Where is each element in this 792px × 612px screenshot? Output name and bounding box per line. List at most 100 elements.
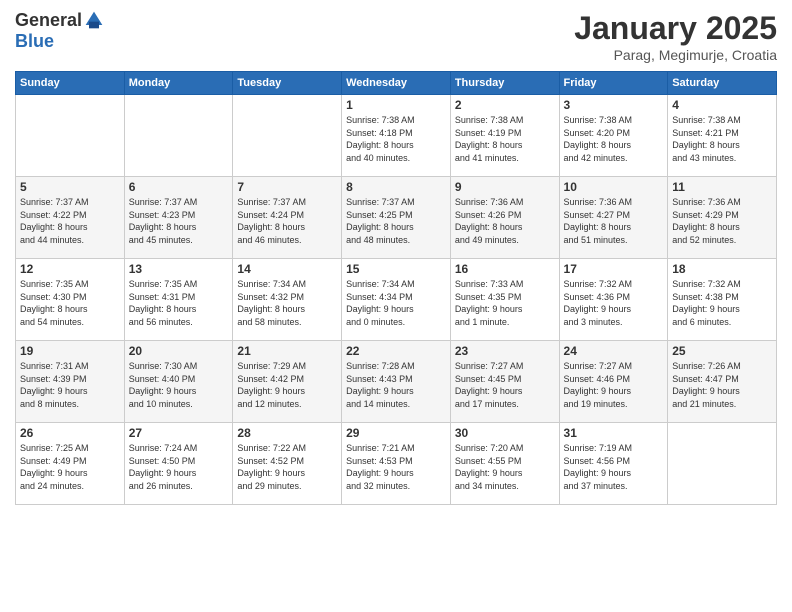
day-info: Sunrise: 7:20 AM Sunset: 4:55 PM Dayligh… [455, 442, 555, 492]
day-info: Sunrise: 7:37 AM Sunset: 4:23 PM Dayligh… [129, 196, 229, 246]
day-info: Sunrise: 7:21 AM Sunset: 4:53 PM Dayligh… [346, 442, 446, 492]
day-info: Sunrise: 7:30 AM Sunset: 4:40 PM Dayligh… [129, 360, 229, 410]
day-number: 16 [455, 262, 555, 276]
day-info: Sunrise: 7:36 AM Sunset: 4:26 PM Dayligh… [455, 196, 555, 246]
calendar-cell: 11 Sunrise: 7:36 AM Sunset: 4:29 PM Dayli… [668, 177, 777, 259]
header-monday: Monday [124, 72, 233, 95]
day-info: Sunrise: 7:35 AM Sunset: 4:31 PM Dayligh… [129, 278, 229, 328]
calendar-cell: 21Sunrise: 7:29 AM Sunset: 4:42 PM Dayli… [233, 341, 342, 423]
day-number: 22 [346, 344, 446, 358]
week-row-4: 26Sunrise: 7:25 AM Sunset: 4:49 PM Dayli… [16, 423, 777, 505]
calendar-header-row: Sunday Monday Tuesday Wednesday Thursday… [16, 72, 777, 95]
calendar-cell [668, 423, 777, 505]
day-number: 21 [237, 344, 337, 358]
calendar-cell: 5 Sunrise: 7:37 AM Sunset: 4:22 PM Daylig… [16, 177, 125, 259]
calendar-cell [233, 95, 342, 177]
header-thursday: Thursday [450, 72, 559, 95]
calendar: Sunday Monday Tuesday Wednesday Thursday… [15, 71, 777, 505]
day-number: 27 [129, 426, 229, 440]
day-number: 5 [20, 180, 120, 194]
logo: General Blue [15, 10, 104, 52]
day-info: Sunrise: 7:26 AM Sunset: 4:47 PM Dayligh… [672, 360, 772, 410]
week-row-2: 12 Sunrise: 7:35 AM Sunset: 4:30 PM Dayli… [16, 259, 777, 341]
day-number: 9 [455, 180, 555, 194]
day-number: 20 [129, 344, 229, 358]
day-number: 23 [455, 344, 555, 358]
calendar-cell: 1Sunrise: 7:38 AM Sunset: 4:18 PM Daylig… [342, 95, 451, 177]
week-row-0: 1Sunrise: 7:38 AM Sunset: 4:18 PM Daylig… [16, 95, 777, 177]
header-sunday: Sunday [16, 72, 125, 95]
day-number: 26 [20, 426, 120, 440]
logo-text: General Blue [15, 10, 104, 52]
calendar-cell: 22 Sunrise: 7:28 AM Sunset: 4:43 PM Dayli… [342, 341, 451, 423]
day-number: 31 [564, 426, 664, 440]
calendar-cell: 19 Sunrise: 7:31 AM Sunset: 4:39 PM Dayli… [16, 341, 125, 423]
day-number: 17 [564, 262, 664, 276]
day-number: 6 [129, 180, 229, 194]
calendar-cell: 4 Sunrise: 7:38 AM Sunset: 4:21 PM Daylig… [668, 95, 777, 177]
day-info: Sunrise: 7:19 AM Sunset: 4:56 PM Dayligh… [564, 442, 664, 492]
day-number: 29 [346, 426, 446, 440]
day-number: 19 [20, 344, 120, 358]
day-info: Sunrise: 7:38 AM Sunset: 4:18 PM Dayligh… [346, 114, 446, 164]
day-number: 13 [129, 262, 229, 276]
day-number: 24 [564, 344, 664, 358]
day-info: Sunrise: 7:37 AM Sunset: 4:22 PM Dayligh… [20, 196, 120, 246]
header-friday: Friday [559, 72, 668, 95]
day-number: 12 [20, 262, 120, 276]
calendar-cell: 8 Sunrise: 7:37 AM Sunset: 4:25 PM Daylig… [342, 177, 451, 259]
calendar-cell: 25 Sunrise: 7:26 AM Sunset: 4:47 PM Dayli… [668, 341, 777, 423]
day-info: Sunrise: 7:37 AM Sunset: 4:24 PM Dayligh… [237, 196, 337, 246]
calendar-cell: 10Sunrise: 7:36 AM Sunset: 4:27 PM Dayli… [559, 177, 668, 259]
day-info: Sunrise: 7:36 AM Sunset: 4:27 PM Dayligh… [564, 196, 664, 246]
header-tuesday: Tuesday [233, 72, 342, 95]
week-row-3: 19 Sunrise: 7:31 AM Sunset: 4:39 PM Dayli… [16, 341, 777, 423]
calendar-cell: 7 Sunrise: 7:37 AM Sunset: 4:24 PM Daylig… [233, 177, 342, 259]
calendar-cell: 30Sunrise: 7:20 AM Sunset: 4:55 PM Dayli… [450, 423, 559, 505]
day-number: 8 [346, 180, 446, 194]
calendar-cell: 15 Sunrise: 7:34 AM Sunset: 4:34 PM Dayli… [342, 259, 451, 341]
logo-blue: Blue [15, 32, 104, 52]
subtitle: Parag, Megimurje, Croatia [574, 47, 777, 63]
page: General Blue January 2025 Parag, Megimur… [0, 0, 792, 612]
calendar-cell: 12 Sunrise: 7:35 AM Sunset: 4:30 PM Dayli… [16, 259, 125, 341]
logo-icon [84, 10, 104, 30]
day-number: 4 [672, 98, 772, 112]
day-info: Sunrise: 7:35 AM Sunset: 4:30 PM Dayligh… [20, 278, 120, 328]
day-info: Sunrise: 7:38 AM Sunset: 4:21 PM Dayligh… [672, 114, 772, 164]
day-info: Sunrise: 7:38 AM Sunset: 4:20 PM Dayligh… [564, 114, 664, 164]
day-info: Sunrise: 7:33 AM Sunset: 4:35 PM Dayligh… [455, 278, 555, 328]
day-info: Sunrise: 7:24 AM Sunset: 4:50 PM Dayligh… [129, 442, 229, 492]
day-number: 18 [672, 262, 772, 276]
calendar-cell: 27 Sunrise: 7:24 AM Sunset: 4:50 PM Dayli… [124, 423, 233, 505]
header-saturday: Saturday [668, 72, 777, 95]
day-info: Sunrise: 7:38 AM Sunset: 4:19 PM Dayligh… [455, 114, 555, 164]
calendar-cell: 14 Sunrise: 7:34 AM Sunset: 4:32 PM Dayli… [233, 259, 342, 341]
day-info: Sunrise: 7:22 AM Sunset: 4:52 PM Dayligh… [237, 442, 337, 492]
calendar-cell [16, 95, 125, 177]
calendar-cell: 26Sunrise: 7:25 AM Sunset: 4:49 PM Dayli… [16, 423, 125, 505]
day-number: 11 [672, 180, 772, 194]
logo-general: General [15, 11, 82, 31]
calendar-cell: 13 Sunrise: 7:35 AM Sunset: 4:31 PM Dayli… [124, 259, 233, 341]
day-info: Sunrise: 7:36 AM Sunset: 4:29 PM Dayligh… [672, 196, 772, 246]
day-number: 7 [237, 180, 337, 194]
day-info: Sunrise: 7:34 AM Sunset: 4:34 PM Dayligh… [346, 278, 446, 328]
day-info: Sunrise: 7:37 AM Sunset: 4:25 PM Dayligh… [346, 196, 446, 246]
day-info: Sunrise: 7:27 AM Sunset: 4:46 PM Dayligh… [564, 360, 664, 410]
month-title: January 2025 [574, 10, 777, 47]
calendar-cell: 31 Sunrise: 7:19 AM Sunset: 4:56 PM Dayli… [559, 423, 668, 505]
day-info: Sunrise: 7:28 AM Sunset: 4:43 PM Dayligh… [346, 360, 446, 410]
day-number: 28 [237, 426, 337, 440]
day-number: 15 [346, 262, 446, 276]
day-info: Sunrise: 7:32 AM Sunset: 4:38 PM Dayligh… [672, 278, 772, 328]
day-number: 14 [237, 262, 337, 276]
calendar-cell: 20 Sunrise: 7:30 AM Sunset: 4:40 PM Dayli… [124, 341, 233, 423]
calendar-cell: 3 Sunrise: 7:38 AM Sunset: 4:20 PM Daylig… [559, 95, 668, 177]
calendar-cell: 2Sunrise: 7:38 AM Sunset: 4:19 PM Daylig… [450, 95, 559, 177]
day-info: Sunrise: 7:34 AM Sunset: 4:32 PM Dayligh… [237, 278, 337, 328]
day-number: 3 [564, 98, 664, 112]
day-number: 25 [672, 344, 772, 358]
day-info: Sunrise: 7:31 AM Sunset: 4:39 PM Dayligh… [20, 360, 120, 410]
calendar-cell: 16 Sunrise: 7:33 AM Sunset: 4:35 PM Dayli… [450, 259, 559, 341]
